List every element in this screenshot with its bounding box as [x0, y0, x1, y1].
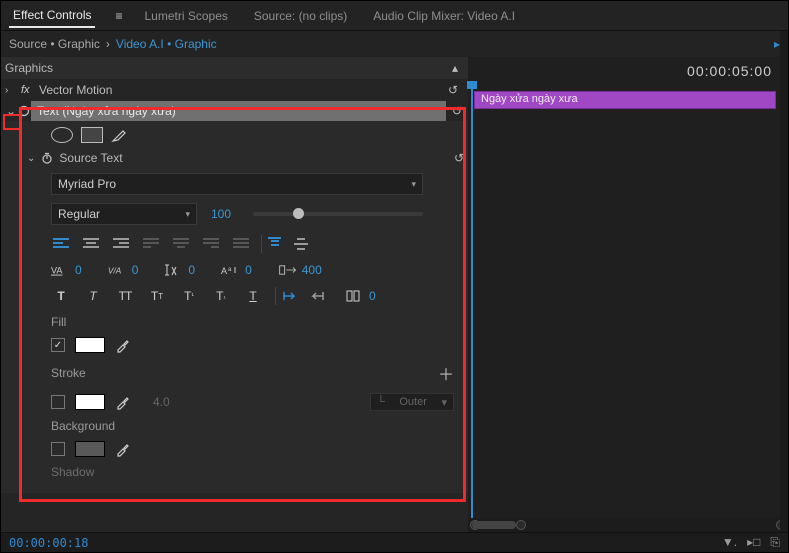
tab-audio-mixer[interactable]: Audio Clip Mixer: Video A.I: [369, 5, 519, 27]
timeline-end-timecode: 00:00:05:00: [687, 63, 772, 79]
align-center-icon[interactable]: [81, 235, 101, 253]
faux-italic-icon[interactable]: T: [83, 287, 103, 305]
justify-last-center-icon[interactable]: [171, 235, 191, 253]
font-size-value[interactable]: 100: [211, 207, 239, 221]
reset-icon[interactable]: ↺: [448, 83, 458, 97]
leading-field[interactable]: 0: [164, 263, 195, 277]
mask-ellipse-icon[interactable]: [51, 127, 73, 143]
chevron-down-icon: ▾: [441, 396, 447, 409]
collapse-toggle-icon[interactable]: ⌄: [27, 153, 35, 164]
vector-motion-label[interactable]: Vector Motion: [39, 83, 112, 97]
tsume-field[interactable]: 400: [278, 263, 322, 277]
tracking-field[interactable]: VA 0: [51, 263, 82, 277]
valign-middle-icon[interactable]: [291, 235, 311, 253]
stopwatch-icon[interactable]: [41, 152, 53, 164]
tategaki-field[interactable]: 0: [345, 289, 376, 303]
svg-text:a: a: [228, 267, 232, 273]
font-family-select[interactable]: Myriad Pro ▾: [51, 173, 423, 195]
font-family-value: Myriad Pro: [58, 177, 116, 191]
eyedropper-icon[interactable]: [115, 394, 131, 410]
export-icon[interactable]: ⎘: [770, 535, 780, 550]
background-section-label: Background: [51, 419, 454, 433]
timeline-clip[interactable]: Ngày xửa ngày xưa: [474, 91, 776, 109]
baseline-shift-field[interactable]: Aa 0: [221, 263, 252, 277]
stroke-position-select[interactable]: └ Outer ▾: [370, 393, 454, 411]
playhead-icon[interactable]: [471, 87, 473, 547]
svg-text:VA: VA: [51, 266, 63, 276]
shadow-section-label: Shadow: [51, 465, 454, 479]
justify-last-right-icon[interactable]: [201, 235, 221, 253]
current-timecode[interactable]: 00:00:00:18: [9, 536, 88, 550]
collapse-up-icon[interactable]: ▴: [452, 61, 458, 75]
justify-last-left-icon[interactable]: [141, 235, 161, 253]
source-text-label: Source Text: [59, 151, 122, 165]
reset-icon[interactable]: ↺: [446, 104, 468, 118]
svg-text:V/A: V/A: [108, 267, 122, 276]
mask-rect-icon[interactable]: [81, 127, 103, 143]
text-effect-row[interactable]: Text (Ngày xửa ngày xưa): [31, 101, 446, 121]
reset-icon[interactable]: ↺: [454, 151, 464, 165]
tab-source[interactable]: Source: (no clips): [250, 5, 351, 27]
filter-icon[interactable]: ▼.: [722, 535, 737, 550]
source-path-prefix: Source • Graphic: [9, 37, 100, 51]
stroke-width-value[interactable]: 4.0: [153, 395, 170, 409]
subscript-icon[interactable]: T₁: [211, 287, 231, 305]
toggle-animation-icon[interactable]: [17, 105, 31, 117]
stroke-position-value: Outer: [399, 396, 427, 408]
align-left-icon[interactable]: [51, 235, 71, 253]
chevron-down-icon: ▾: [411, 179, 416, 190]
source-path-link[interactable]: Video A.I • Graphic: [116, 37, 217, 51]
eyedropper-icon[interactable]: [115, 337, 131, 353]
fx-badge-icon: fx: [21, 84, 35, 96]
fill-section-label: Fill: [51, 315, 454, 329]
rtl-text-icon[interactable]: [307, 287, 327, 305]
panel-menu-icon[interactable]: ≡: [115, 9, 122, 23]
tab-lumetri-scopes[interactable]: Lumetri Scopes: [141, 5, 232, 27]
eyedropper-icon[interactable]: [115, 441, 131, 457]
svg-text:A: A: [221, 266, 227, 276]
kerning-field[interactable]: V/A 0: [108, 263, 139, 277]
timeline-scrollbar[interactable]: [468, 518, 788, 532]
keyframe-nav-icon[interactable]: ▸□: [747, 535, 760, 550]
justify-all-icon[interactable]: [231, 235, 251, 253]
valign-top-icon[interactable]: [261, 235, 281, 253]
stroke-color-swatch[interactable]: [75, 394, 105, 410]
align-right-icon[interactable]: [111, 235, 131, 253]
mask-pen-icon[interactable]: [111, 127, 127, 143]
tab-effect-controls[interactable]: Effect Controls: [9, 4, 95, 28]
background-color-swatch[interactable]: [75, 441, 105, 457]
expand-toggle-icon[interactable]: ›: [5, 85, 17, 96]
vertical-scrollbar[interactable]: [780, 31, 788, 532]
chevron-right-icon: ›: [106, 37, 110, 51]
font-weight-select[interactable]: Regular ▾: [51, 203, 197, 225]
stroke-checkbox[interactable]: [51, 395, 65, 409]
ltr-text-icon[interactable]: [275, 287, 295, 305]
underline-icon[interactable]: T: [243, 287, 263, 305]
collapse-toggle-icon[interactable]: ⌄: [5, 104, 17, 118]
background-checkbox[interactable]: [51, 442, 65, 456]
font-size-slider[interactable]: [253, 212, 423, 216]
fill-color-swatch[interactable]: [75, 337, 105, 353]
add-stroke-button[interactable]: ＋: [438, 361, 454, 385]
fill-checkbox[interactable]: ✓: [51, 338, 65, 352]
small-caps-icon[interactable]: TT: [147, 287, 167, 305]
font-weight-value: Regular: [58, 207, 100, 221]
stroke-section-label: Stroke: [51, 366, 86, 380]
all-caps-icon[interactable]: TT: [115, 287, 135, 305]
stroke-position-icon: └: [377, 396, 385, 408]
chevron-down-icon: ▾: [185, 209, 190, 220]
faux-bold-icon[interactable]: T: [51, 287, 71, 305]
superscript-icon[interactable]: T¹: [179, 287, 199, 305]
graphics-header: Graphics: [5, 61, 53, 75]
